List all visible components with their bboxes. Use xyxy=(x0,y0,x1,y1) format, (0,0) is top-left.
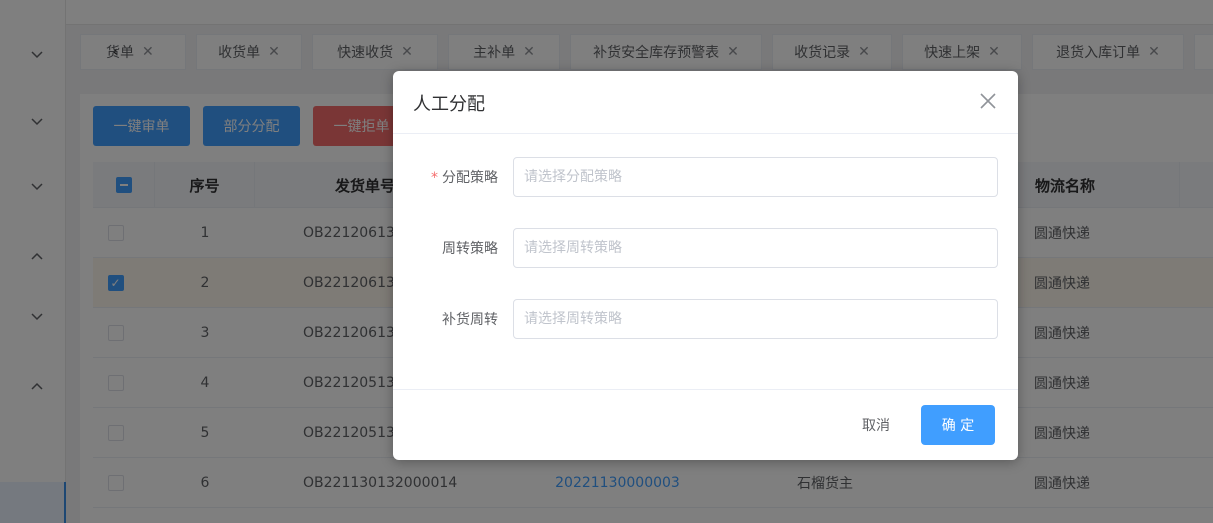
strategy-label: * 分配策略 xyxy=(393,167,498,187)
required-asterisk: * xyxy=(431,170,438,186)
strategy-label-text: 分配策略 xyxy=(442,170,498,186)
dialog-header: 人工分配 xyxy=(393,71,1018,134)
turnover-label: 周转策略 xyxy=(442,241,498,257)
confirm-button[interactable]: 确 定 xyxy=(921,405,995,445)
dialog-title: 人工分配 xyxy=(413,94,485,115)
turnover-select[interactable] xyxy=(513,228,998,268)
replenish-select[interactable] xyxy=(513,299,998,339)
close-icon[interactable] xyxy=(978,91,998,111)
strategy-select[interactable] xyxy=(513,157,998,197)
manual-allocate-dialog: 人工分配 *分配策略 周转策略 补货周转 取消 确 定 xyxy=(393,71,1018,460)
cancel-button[interactable]: 取消 xyxy=(848,405,904,445)
replenish-label: 补货周转 xyxy=(442,312,498,328)
